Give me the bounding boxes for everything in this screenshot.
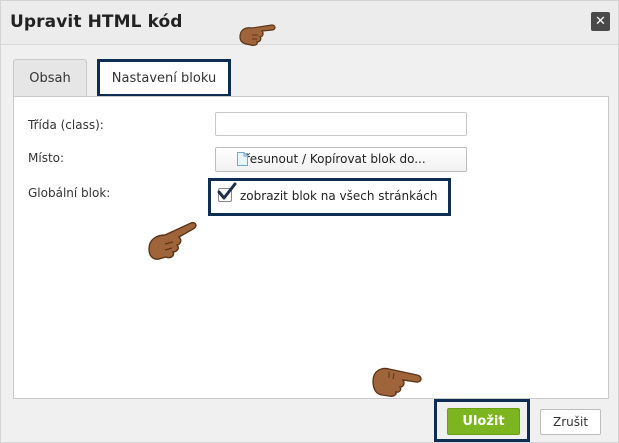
class-input[interactable] xyxy=(215,112,467,136)
document-icon xyxy=(237,152,248,166)
move-copy-block-label: Přesunout / Kopírovat blok do... xyxy=(238,152,426,166)
checkmark-icon xyxy=(217,182,237,200)
tab-panel xyxy=(13,96,609,399)
close-icon: ✕ xyxy=(595,14,606,29)
pointing-hand-icon xyxy=(239,24,276,46)
global-block-checkbox-label[interactable]: zobrazit blok na všech stránkách xyxy=(240,189,437,203)
edit-html-dialog: Upravit HTML kód ✕ Obsah Nastavení bloku… xyxy=(0,0,619,443)
save-button[interactable]: Uložit xyxy=(447,408,520,435)
global-block-label: Globální blok: xyxy=(28,186,111,200)
location-label: Místo: xyxy=(28,151,65,165)
cancel-button[interactable]: Zrušit xyxy=(540,409,601,435)
pointing-hand-icon xyxy=(148,221,197,260)
move-copy-block-button[interactable]: Přesunout / Kopírovat blok do... xyxy=(215,147,467,172)
dialog-titlebar: Upravit HTML kód ✕ xyxy=(1,1,618,45)
tab-obsah[interactable]: Obsah xyxy=(13,59,87,96)
dialog-title: Upravit HTML kód xyxy=(10,12,183,32)
close-button[interactable]: ✕ xyxy=(591,12,610,31)
pointing-hand-icon xyxy=(372,367,422,397)
tab-nastaveni-bloku[interactable]: Nastavení bloku xyxy=(97,59,231,97)
class-label: Třída (class): xyxy=(28,118,104,132)
